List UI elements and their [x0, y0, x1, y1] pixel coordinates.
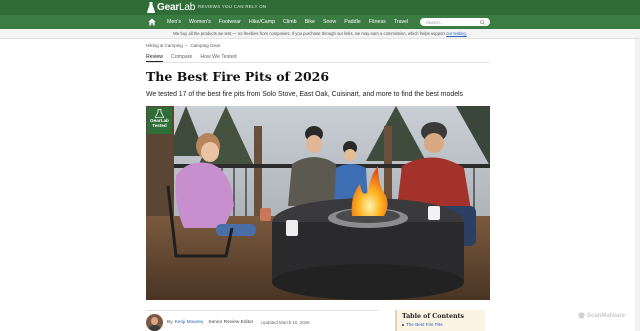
byline: By Kenji Mowrey Senior Review Editor Upd…: [146, 313, 310, 331]
updated-date: Updated March 10, 2026: [261, 319, 310, 325]
author-role: Senior Review Editor: [208, 319, 254, 325]
disclosure-text: We buy all the products we test — no fre…: [173, 31, 447, 36]
tab-compare[interactable]: Compare: [171, 54, 192, 62]
breadcrumb-separator: ›: [185, 43, 188, 48]
avatar-body: [148, 324, 161, 331]
avatar[interactable]: [146, 313, 163, 331]
main-nav: Men's Women's Footwear Hike/Camp Climb B…: [0, 15, 640, 29]
search-placeholder: Search...: [426, 19, 444, 25]
badge-line2: Tested: [152, 123, 167, 128]
tabs-divider: [146, 62, 490, 63]
affiliate-disclosure: We buy all the products we test — no fre…: [0, 29, 640, 39]
byline-by: By: [167, 319, 173, 325]
search-icon[interactable]: [480, 19, 485, 25]
flask-badge-icon: [155, 109, 164, 118]
tab-review[interactable]: Review: [146, 54, 164, 62]
flask-logo-icon: [147, 2, 155, 13]
toc-item-best-fire-pits[interactable]: The Best Fire Pits: [402, 322, 480, 327]
nav-item-climb[interactable]: Climb: [279, 19, 301, 25]
nav-item-mens[interactable]: Men's: [163, 19, 185, 25]
site-tagline: REVIEWS YOU CAN RELY ON: [198, 4, 267, 9]
watermark-text: ScanMalware: [587, 312, 626, 319]
right-gutter: [635, 39, 640, 331]
gearlab-tested-badge: GearLab Tested: [147, 107, 172, 134]
tab-how-we-tested[interactable]: How We Tested: [200, 54, 236, 62]
byline-divider: [146, 310, 379, 311]
page-subtitle: We tested 17 of the best fire pits from …: [146, 91, 463, 98]
toc-title: Table of Contents: [402, 313, 464, 320]
nav-item-bike[interactable]: Bike: [301, 19, 319, 25]
nav-item-fitness[interactable]: Fitness: [365, 19, 390, 25]
breadcrumb: Hiking & Camping › Camping Gear: [146, 43, 220, 48]
hero-photo-fire-pit-family: [146, 106, 490, 300]
scanmalware-watermark: ScanMalware: [578, 311, 636, 320]
nav-item-snow[interactable]: Snow: [319, 19, 340, 25]
avatar-face: [151, 316, 158, 325]
nav-item-hike-camp[interactable]: Hike/Camp: [245, 19, 279, 25]
logo-text: GearLab: [157, 2, 196, 13]
article-tabs: Review Compare How We Tested: [146, 54, 237, 62]
nav-item-paddle[interactable]: Paddle: [340, 19, 365, 25]
breadcrumb-camping-gear[interactable]: Camping Gear: [190, 43, 220, 48]
nav-menu: Men's Women's Footwear Hike/Camp Climb B…: [163, 15, 412, 29]
home-icon[interactable]: [148, 18, 156, 26]
nav-item-travel[interactable]: Travel: [390, 19, 413, 25]
author-link[interactable]: Kenji Mowrey: [175, 320, 204, 325]
search-input[interactable]: Search...: [420, 18, 490, 26]
nav-item-womens[interactable]: Women's: [185, 19, 215, 25]
site-header: GearLab REVIEWS YOU CAN RELY ON: [0, 0, 640, 15]
breadcrumb-hiking-camping[interactable]: Hiking & Camping: [146, 43, 183, 48]
disclosure-link[interactable]: our testing.: [446, 31, 467, 36]
table-of-contents: Table of Contents The Best Fire Pits: [395, 310, 485, 331]
hero-image: [146, 106, 490, 300]
shield-icon: [578, 312, 585, 319]
site-logo[interactable]: GearLab: [147, 1, 195, 14]
nav-item-footwear[interactable]: Footwear: [215, 19, 245, 25]
page-title: The Best Fire Pits of 2026: [146, 69, 330, 84]
